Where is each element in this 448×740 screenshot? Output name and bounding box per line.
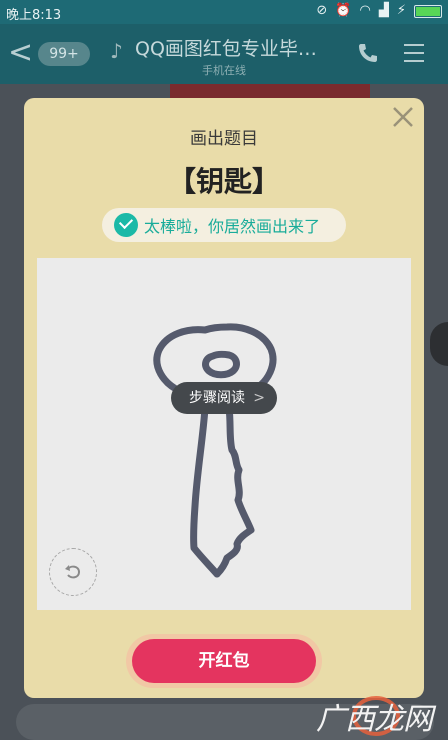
draw-guess-modal: 画出题目 【钥匙】 太棒啦，你居然画出来了 步骤阅读 > 开红包 (24, 98, 424, 698)
success-message: 太棒啦，你居然画出来了 (102, 208, 346, 242)
key-drawing (153, 323, 277, 578)
success-text: 太棒啦，你居然画出来了 (144, 217, 321, 236)
undo-button[interactable] (49, 548, 97, 596)
site-watermark-logo: 广西龙网 (316, 694, 446, 738)
chat-title: QQ画图红包专业毕… (135, 38, 317, 60)
chevron-right-icon: > (253, 390, 265, 406)
undo-icon (65, 565, 81, 579)
puzzle-word: 【钥匙】 (167, 165, 280, 198)
status-bar: 晚上8:13 ⊘ ⏰ ◠ ▟ ⚡ (0, 0, 448, 24)
phone-icon[interactable] (356, 41, 380, 65)
signal-icon: ▟ (378, 3, 389, 18)
menu-icon[interactable] (404, 44, 424, 68)
battery-icon (414, 4, 442, 18)
open-button-glow: 开红包 (126, 634, 322, 688)
ear-icon: ♪ (110, 39, 123, 63)
wifi-icon: ◠ (359, 3, 371, 18)
read-steps-button[interactable]: 步骤阅读 > (171, 382, 277, 414)
online-status: 手机在线 (202, 64, 246, 77)
status-time: 晚上8:13 (6, 8, 62, 23)
drawing-canvas[interactable]: 步骤阅读 > (37, 258, 411, 610)
watermark-text: 广西龙网 (316, 702, 433, 737)
read-steps-label: 步骤阅读 (189, 390, 245, 406)
open-red-packet-button[interactable]: 开红包 (132, 639, 316, 683)
check-icon (114, 213, 138, 237)
chat-header: < 99+ ♪ QQ画图红包专业毕… 手机在线 (0, 24, 448, 84)
alarm-off-icon: ⊘ (316, 3, 328, 18)
modal-title: 画出题目 (190, 129, 258, 149)
alarm-icon: ⏰ (335, 3, 352, 18)
status-icons: ⊘ ⏰ ◠ ▟ ⚡ (316, 3, 442, 19)
charging-icon: ⚡ (396, 3, 406, 18)
background-bubble (430, 322, 448, 366)
